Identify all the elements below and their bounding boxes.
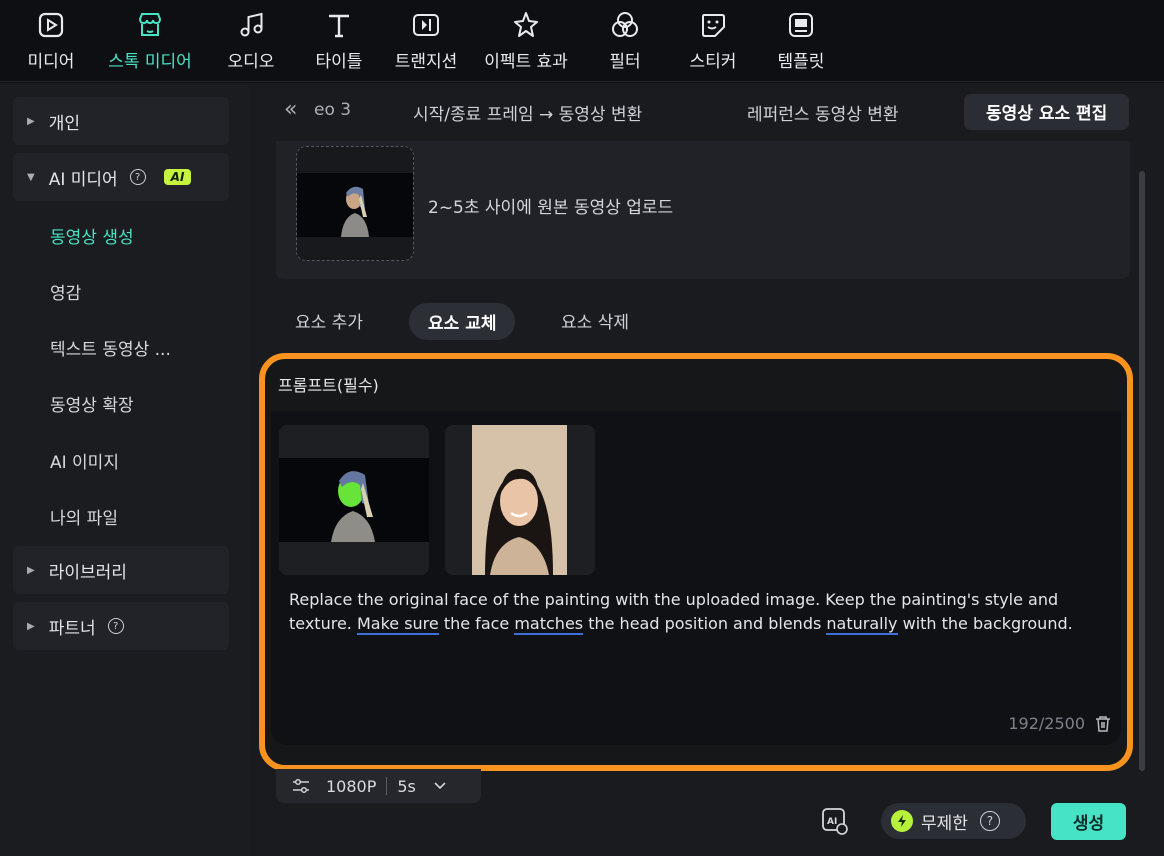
- help-icon[interactable]: ?: [979, 811, 1000, 831]
- lightning-icon: [891, 810, 913, 832]
- scrollbar[interactable]: [1139, 171, 1145, 771]
- sidebar-item-video-generation[interactable]: 동영상 생성: [50, 223, 134, 248]
- output-settings[interactable]: 1080P 5s: [276, 769, 481, 803]
- unlimited-plan-button[interactable]: 무제한 ?: [881, 803, 1026, 839]
- sidebar: ▶ 개인 ▼ AI 미디어 ? AI 동영상 생성 영감 텍스트 동영상 ...…: [0, 83, 250, 856]
- tab-start-end-frame[interactable]: 시작/종료 프레임 → 동영상 변환: [413, 100, 642, 125]
- toolbar-templates-label: 템플릿: [777, 52, 825, 72]
- subtab-add-element[interactable]: 요소 추가: [295, 308, 363, 333]
- toolbar-stock-media[interactable]: 스톡 미디어: [105, 10, 195, 72]
- filter-icon: [612, 12, 638, 37]
- expand-arrow-icon: ▶: [27, 564, 35, 576]
- help-icon[interactable]: ?: [107, 618, 124, 634]
- sidebar-group-label: 파트너: [48, 618, 96, 639]
- sidebar-item-video-extend[interactable]: 동영상 확장: [50, 391, 134, 416]
- toolbar-titles-label: 타이틀: [315, 52, 363, 72]
- transition-icon: [413, 14, 439, 36]
- toolbar-transitions[interactable]: 트랜지션: [381, 10, 471, 72]
- tab-partial[interactable]: eo 3: [314, 100, 351, 120]
- masked-painting-image: [279, 425, 429, 575]
- toolbar-effects[interactable]: 이펙트 효과: [481, 10, 571, 72]
- sliders-icon: [293, 778, 309, 794]
- sidebar-group-partner[interactable]: ▶ 파트너 ?: [13, 602, 229, 650]
- music-note-icon: [240, 12, 263, 37]
- svg-text:AI: AI: [827, 817, 837, 827]
- sidebar-item-text-to-video[interactable]: 텍스트 동영상 ...: [50, 335, 171, 360]
- expand-arrow-icon: ▶: [27, 620, 35, 632]
- toolbar-stickers-label: 스티커: [689, 52, 737, 72]
- ai-badge: AI: [163, 169, 192, 185]
- prompt-segment-underlined: Make sure: [356, 614, 439, 635]
- toolbar-filters-label: 필터: [609, 52, 641, 72]
- template-icon: [789, 13, 813, 37]
- prompt-segment: the head position and blends: [583, 614, 827, 633]
- toolbar-audio-label: 오디오: [227, 52, 275, 72]
- effects-icon: [514, 12, 538, 37]
- source-frame-card[interactable]: [279, 425, 429, 575]
- toolbar-effects-label: 이펙트 효과: [484, 52, 568, 72]
- upload-instruction: 2~5초 사이에 원본 동영상 업로드: [428, 198, 674, 218]
- video-upload-card[interactable]: 2~5초 사이에 원본 동영상 업로드: [276, 141, 1130, 279]
- prompt-text[interactable]: Replace the original face of the paintin…: [289, 588, 1104, 636]
- prompt-segment-underlined: matches: [514, 614, 584, 635]
- store-icon: [138, 13, 162, 36]
- mode-tabs: « eo 3 시작/종료 프레임 → 동영상 변환 레퍼런스 동영상 변환 동영…: [250, 83, 1164, 141]
- sticker-icon: [702, 14, 725, 37]
- sidebar-item-inspiration[interactable]: 영감: [50, 279, 81, 304]
- sidebar-group-label: 개인: [48, 113, 80, 134]
- collapse-arrow-icon: ▼: [27, 171, 35, 183]
- toolbar-stickers[interactable]: 스티커: [668, 10, 758, 72]
- character-count: 192/2500: [1008, 714, 1085, 733]
- painting-thumbnail: [297, 147, 413, 260]
- tab-reference-video[interactable]: 레퍼런스 동영상 변환: [747, 100, 899, 125]
- prompt-highlight-frame: 프롬프트(필수) Replace the original face of th…: [259, 353, 1133, 771]
- sidebar-group-ai-media[interactable]: ▼ AI 미디어 ? AI: [13, 153, 229, 201]
- prompt-segment: with the background.: [897, 614, 1073, 633]
- chevron-down-icon: [434, 782, 446, 790]
- sidebar-group-library[interactable]: ▶ 라이브러리: [13, 546, 229, 594]
- reference-face-card[interactable]: [445, 425, 595, 575]
- generate-button[interactable]: 생성: [1051, 803, 1126, 840]
- ai-credits-icon[interactable]: AI: [820, 806, 850, 836]
- prompt-segment-underlined: naturally: [826, 614, 898, 635]
- subtab-replace-element[interactable]: 요소 교체: [409, 303, 516, 340]
- prompt-segment: the face: [438, 614, 515, 633]
- help-icon[interactable]: ?: [129, 169, 146, 185]
- divider: [386, 777, 388, 795]
- prompt-title: 프롬프트(필수): [278, 376, 379, 395]
- top-toolbar: 미디어 스톡 미디어 오디오 타이틀 트랜지션 이펙트 효과 필터 스티커 템플…: [0, 0, 1164, 82]
- media-icon: [38, 12, 64, 38]
- sidebar-group-label: 라이브러리: [48, 562, 127, 583]
- resolution-value: 1080P: [326, 776, 377, 796]
- toolbar-transitions-label: 트랜지션: [394, 52, 458, 72]
- sidebar-group-label: AI 미디어: [48, 169, 118, 190]
- duration-value: 5s: [397, 776, 416, 796]
- toolbar-stock-media-label: 스톡 미디어: [108, 52, 192, 72]
- sidebar-group-personal[interactable]: ▶ 개인: [13, 97, 229, 145]
- toolbar-media-label: 미디어: [27, 52, 75, 72]
- trash-icon[interactable]: [1095, 715, 1111, 733]
- collapse-tabs-icon[interactable]: «: [284, 97, 297, 122]
- toolbar-audio[interactable]: 오디오: [206, 10, 296, 72]
- expand-arrow-icon: ▶: [27, 115, 35, 127]
- portrait-photo: [445, 425, 595, 575]
- tab-video-element-edit[interactable]: 동영상 요소 편집: [964, 94, 1130, 130]
- sidebar-item-ai-image[interactable]: AI 이미지: [50, 448, 119, 473]
- uploaded-video-thumbnail[interactable]: [296, 146, 414, 261]
- subtab-delete-element[interactable]: 요소 삭제: [561, 308, 629, 333]
- toolbar-filters[interactable]: 필터: [580, 10, 670, 72]
- toolbar-templates[interactable]: 템플릿: [756, 10, 846, 72]
- main-panel: « eo 3 시작/종료 프레임 → 동영상 변환 레퍼런스 동영상 변환 동영…: [250, 83, 1164, 856]
- toolbar-media[interactable]: 미디어: [6, 10, 96, 72]
- toolbar-titles[interactable]: 타이틀: [294, 10, 384, 72]
- unlimited-label: 무제한: [921, 813, 968, 834]
- prompt-input[interactable]: Replace the original face of the paintin…: [271, 411, 1121, 745]
- title-t-icon: [329, 14, 349, 38]
- sidebar-item-my-files[interactable]: 나의 파일: [50, 504, 118, 529]
